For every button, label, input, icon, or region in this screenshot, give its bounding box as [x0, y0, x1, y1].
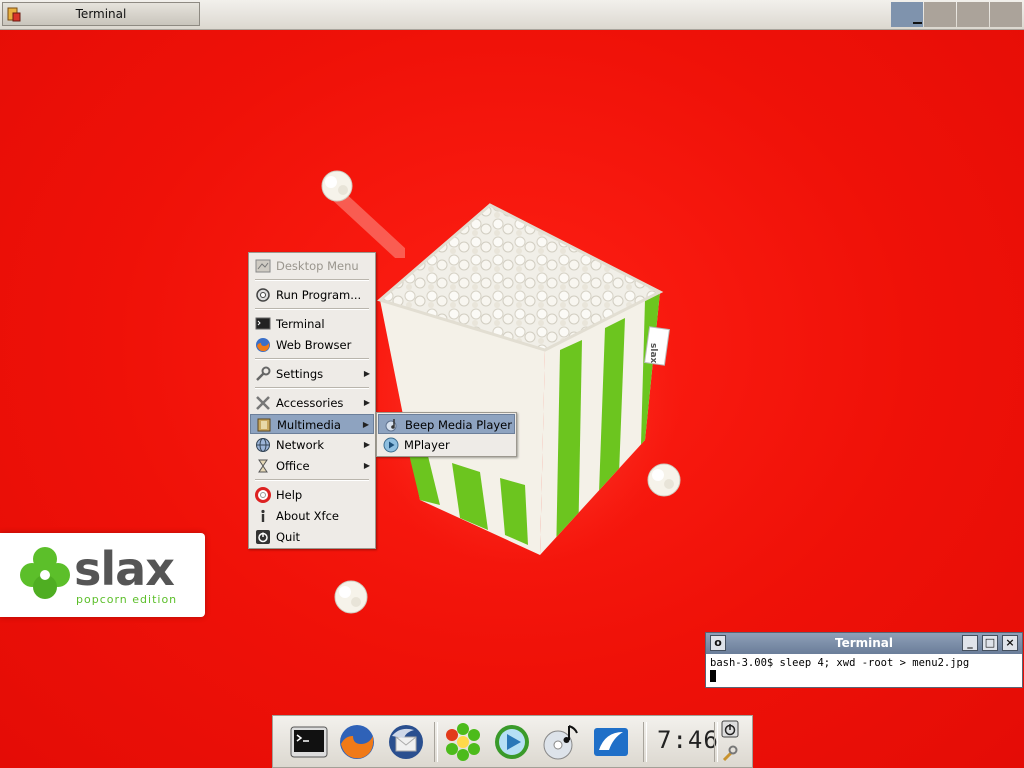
power-icon[interactable]: [721, 720, 741, 740]
close-button[interactable]: ×: [1002, 635, 1018, 651]
maximize-button[interactable]: □: [982, 635, 998, 651]
terminal-launcher-icon[interactable]: [289, 722, 329, 762]
wrench-icon: [255, 366, 271, 382]
text-cursor: [710, 670, 716, 682]
slax-logo: slax popcorn edition: [0, 533, 205, 617]
submenu-arrow-icon: ▶: [363, 461, 370, 470]
logo-subtitle: popcorn edition: [76, 593, 178, 606]
menu-item-accessories[interactable]: Accessories ▶: [250, 393, 374, 413]
workspace-3[interactable]: [957, 2, 989, 27]
window-menu-button[interactable]: o: [710, 635, 726, 651]
menu-item-multimedia[interactable]: Multimedia ▶: [250, 414, 374, 434]
popcorn-kernel-right: [647, 463, 681, 497]
menu-item-run-program[interactable]: Run Program...: [250, 285, 374, 305]
box-label: slax: [648, 343, 658, 364]
desktop-menu-icon: [255, 258, 271, 274]
menu-item-help[interactable]: Help: [250, 485, 374, 505]
top-panel: Terminal: [0, 0, 1024, 30]
globe-icon: [255, 437, 271, 453]
menu-item-mplayer[interactable]: MPlayer: [378, 435, 515, 455]
audio-cd-launcher-icon[interactable]: [541, 722, 581, 762]
minimize-button[interactable]: _: [962, 635, 978, 651]
submenu-arrow-icon: ▶: [363, 369, 370, 378]
terminal-command-line: bash-3.00$ sleep 4; xwd -root > menu2.jp…: [710, 657, 970, 669]
hourglass-icon: [255, 458, 271, 474]
music-note-icon: [384, 417, 400, 433]
menu-item-office[interactable]: Office ▶: [250, 456, 374, 476]
terminal-window: Terminal o _ □ × bash-3.00$ sleep 4; xwd…: [705, 632, 1023, 688]
taskbar-window-button[interactable]: Terminal: [2, 2, 200, 26]
desktop-menu: Desktop Menu Run Program... Terminal Web…: [248, 252, 376, 549]
lifebuoy-icon: [255, 487, 271, 503]
icq-launcher-icon[interactable]: [443, 722, 483, 762]
workspace-4[interactable]: [990, 2, 1022, 27]
taskbar-window-title: Terminal: [75, 7, 127, 21]
menu-item-terminal[interactable]: Terminal: [250, 314, 374, 334]
submenu-arrow-icon: ▶: [362, 420, 369, 429]
workspace-1[interactable]: [891, 2, 923, 27]
clock[interactable]: 7:46: [657, 726, 719, 754]
clover-icon: [20, 547, 70, 599]
menu-item-about-xfce[interactable]: About Xfce: [250, 506, 374, 526]
terminal-title: Terminal: [834, 636, 894, 650]
mailer-launcher-icon[interactable]: [591, 722, 631, 762]
popcorn-box-wallpaper: slax: [360, 203, 680, 570]
submenu-arrow-icon: ▶: [363, 398, 370, 407]
popcorn-kernel-flying: [321, 170, 405, 258]
workspace-pager: [890, 2, 1022, 27]
terminal-window-icon: [7, 6, 21, 29]
info-icon: [255, 508, 271, 524]
thunderbird-launcher-icon[interactable]: [386, 722, 426, 762]
firefox-launcher-icon[interactable]: [337, 722, 377, 762]
terminal-icon: [255, 316, 271, 332]
workspace-2[interactable]: [924, 2, 956, 27]
terminal-content[interactable]: bash-3.00$ sleep 4; xwd -root > menu2.jp…: [710, 657, 1018, 683]
media-player-launcher-icon[interactable]: [492, 722, 532, 762]
gear-icon: [255, 287, 271, 303]
film-icon: [256, 417, 272, 433]
menu-item-web-browser[interactable]: Web Browser: [250, 335, 374, 355]
menu-item-settings[interactable]: Settings ▶: [250, 364, 374, 384]
menu-header-desktop-menu: Desktop Menu: [250, 256, 374, 276]
terminal-titlebar[interactable]: Terminal o _ □ ×: [706, 633, 1022, 654]
wrench-icon[interactable]: [721, 744, 741, 764]
submenu-arrow-icon: ▶: [363, 440, 370, 449]
firefox-icon: [255, 337, 271, 353]
multimedia-submenu: Beep Media Player MPlayer: [376, 412, 517, 457]
power-icon: [255, 529, 271, 545]
popcorn-kernel-left: [334, 580, 368, 614]
play-icon: [383, 437, 399, 453]
menu-item-quit[interactable]: Quit: [250, 527, 374, 547]
logo-text: slax: [74, 542, 175, 596]
menu-item-network[interactable]: Network ▶: [250, 435, 374, 455]
menu-item-beep-media-player[interactable]: Beep Media Player: [378, 414, 515, 434]
tools-icon: [255, 395, 271, 411]
bottom-dock: 7:46: [272, 715, 753, 768]
